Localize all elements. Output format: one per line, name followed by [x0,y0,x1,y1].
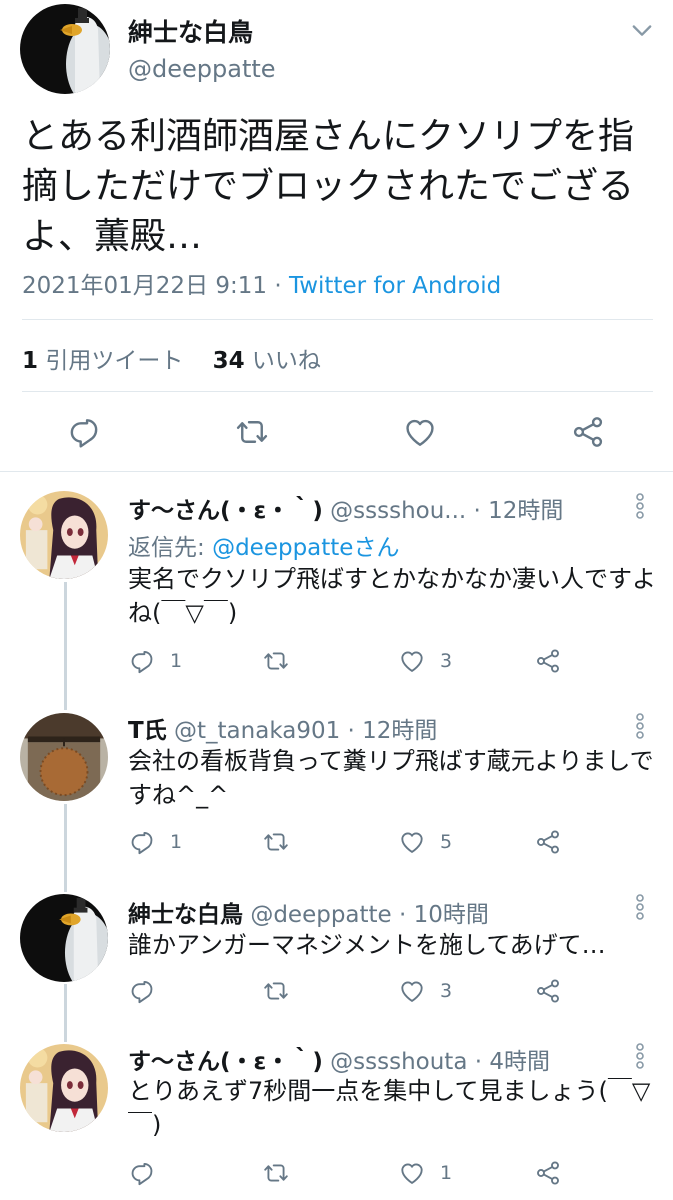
divider [22,319,653,320]
reply-handle[interactable]: @t_tanaka901 [174,718,340,744]
share-button[interactable] [534,976,562,1006]
quote-label: 引用ツイート [45,348,184,374]
reply-display-name[interactable]: す〜さん(・ε・｀) [128,1049,323,1075]
more-vertical-icon[interactable] [632,712,648,740]
more-vertical-icon[interactable] [632,1042,648,1070]
quote-count: 1 [22,348,39,374]
reply-to-prefix: 返信先: [128,535,213,561]
heart-icon [398,977,426,1005]
thread-line [64,582,67,710]
reply-to-user-link[interactable]: @deeppatteさん [212,535,399,561]
reply-text: 実名でクソリプ飛ばすとかなかなか凄い人ですよね(￣▽￣) [128,565,656,627]
thread-line [64,804,67,892]
reply-icon [128,1159,156,1187]
like-button[interactable]: 1 [398,1158,452,1188]
reply-count: 1 [170,831,183,853]
tweet-text: とある利酒師酒屋さんにクソリプを指摘しただけでブロックされたでござるよ、薫殿… [22,116,635,257]
retweet-button[interactable] [262,646,304,676]
likes-link[interactable]: 34 いいね [213,348,321,374]
reply-handle[interactable]: @sssshouta [330,1049,467,1075]
reply-text: とりあえず7秒間一点を集中して見ましょう(￣▽￣) [128,1077,651,1139]
heart-icon [398,1159,426,1187]
like-button[interactable]: 5 [398,827,452,857]
reply-handle[interactable]: @deeppatte [250,902,391,928]
like-count: 1 [440,1162,453,1184]
reply-display-name[interactable]: T氏 [128,718,167,744]
meta-separator: · [267,273,289,299]
more-vertical-icon[interactable] [632,492,648,520]
tweet-stats: 1 引用ツイート 34 いいね [22,341,321,375]
retweet-icon [234,414,270,450]
retweet-button[interactable] [262,976,304,1006]
author-display-name[interactable]: 紳士な白鳥 [128,13,253,49]
retweet-button[interactable] [262,827,304,857]
tweet-meta: 2021年01月22日 9:11 · Twitter for Android [22,266,501,300]
thread-line [64,984,67,1042]
tweet-source-link[interactable]: Twitter for Android [289,273,501,299]
reply-header: す〜さん(・ε・｀) @sssshou... · 12時間 [128,491,563,525]
share-icon [534,1159,562,1187]
reply-button[interactable]: 1 [128,827,182,857]
tweet-timestamp[interactable]: 2021年01月22日 9:11 [22,273,267,299]
reply-icon [128,647,156,675]
reply-button[interactable] [128,976,170,1006]
like-button[interactable]: 3 [398,976,452,1006]
heart-icon [398,828,426,856]
retweet-button[interactable] [234,414,270,450]
like-label: いいね [251,348,321,374]
share-icon [534,828,562,856]
divider [0,471,673,472]
like-button[interactable] [402,414,438,450]
reply-avatar[interactable] [20,1044,108,1132]
share-icon [570,414,606,450]
retweet-icon [262,828,290,856]
reply-to: 返信先: @deeppatteさん [128,528,399,562]
share-button[interactable] [570,414,606,450]
reply-button[interactable] [128,1158,170,1188]
reply-avatar[interactable] [20,713,108,801]
reply-handle[interactable]: @sssshou... [330,498,466,524]
author-handle[interactable]: @deeppatte [128,55,276,83]
reply-button[interactable]: 1 [128,646,182,676]
more-vertical-icon[interactable] [632,893,648,921]
reply-button[interactable] [66,414,102,450]
heart-icon [398,647,426,675]
reply-time[interactable]: · 4時間 [475,1049,550,1075]
share-button[interactable] [534,646,562,676]
share-button[interactable] [534,827,562,857]
share-icon [534,977,562,1005]
like-count: 3 [440,650,453,672]
like-count: 34 [212,348,245,374]
retweet-icon [262,647,290,675]
reply-icon [128,828,156,856]
reply-time[interactable]: · 12時間 [348,718,438,744]
retweet-icon [262,977,290,1005]
reply-avatar[interactable] [20,894,108,982]
reply-header: 紳士な白鳥 @deeppatte · 10時間 [128,895,489,929]
share-icon [534,647,562,675]
reply-time[interactable]: · 10時間 [399,902,489,928]
reply-count: 1 [170,650,183,672]
reply-time[interactable]: · 12時間 [474,498,564,524]
reply-display-name[interactable]: 紳士な白鳥 [128,902,243,928]
like-count: 5 [440,831,453,853]
author-avatar[interactable] [20,4,110,94]
quote-tweets-link[interactable]: 1 引用ツイート [22,348,183,374]
reply-header: T氏 @t_tanaka901 · 12時間 [128,711,437,745]
reply-text: 会社の看板背負って糞リプ飛ばす蔵元よりましですね^_^ [128,747,654,809]
share-button[interactable] [534,1158,562,1188]
retweet-button[interactable] [262,1158,304,1188]
reply-icon [66,414,102,450]
reply-text: 誰かアンガーマネジメントを施してあげて… [128,931,606,959]
divider [22,391,653,392]
like-button[interactable]: 3 [398,646,452,676]
reply-avatar[interactable] [20,491,108,579]
retweet-icon [262,1159,290,1187]
reply-header: す〜さん(・ε・｀) @sssshouta · 4時間 [128,1042,550,1076]
chevron-down-icon[interactable] [628,16,656,44]
like-count: 3 [440,980,453,1002]
reply-icon [128,977,156,1005]
heart-icon [402,414,438,450]
reply-display-name[interactable]: す〜さん(・ε・｀) [128,498,323,524]
